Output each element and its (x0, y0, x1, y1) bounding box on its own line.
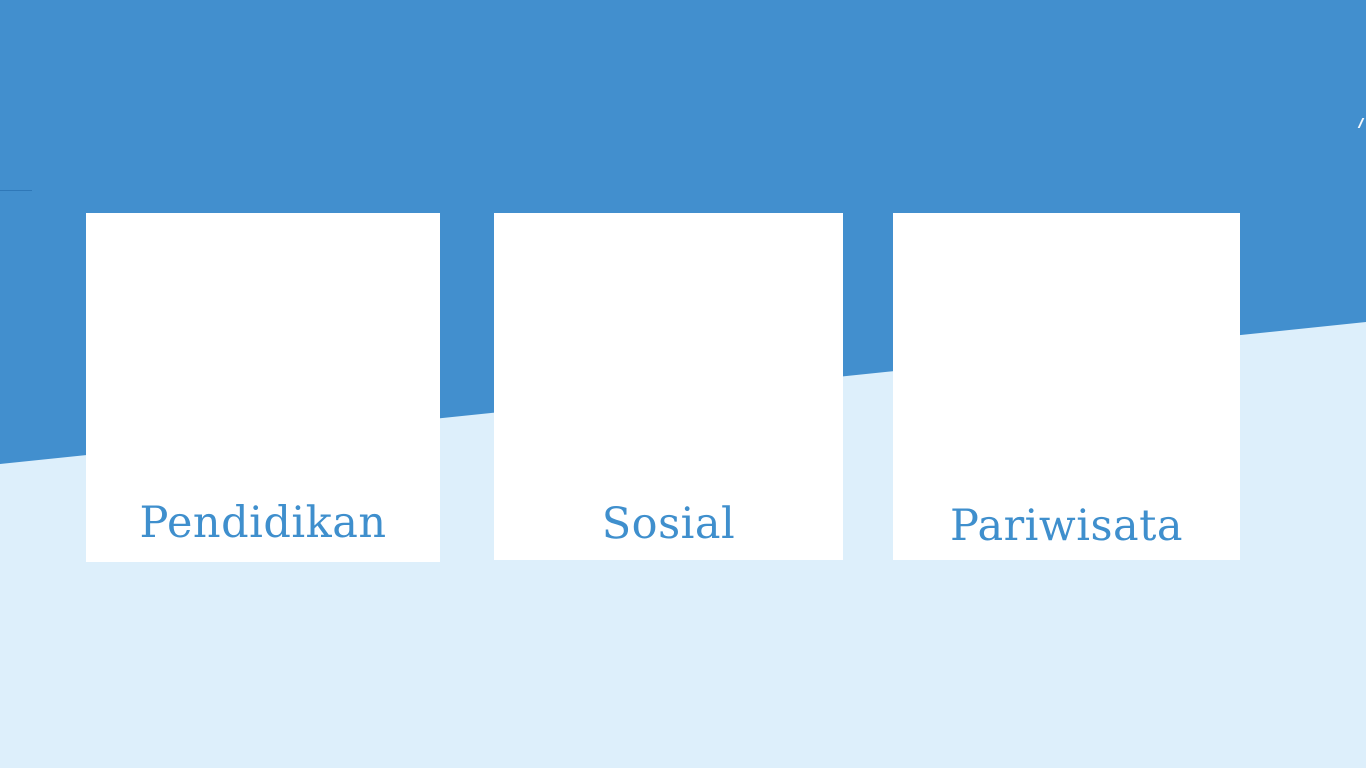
category-card-pendidikan[interactable]: Pendidikan (86, 213, 440, 562)
category-card-sosial[interactable]: Sosial (494, 213, 843, 560)
category-card-pariwisata[interactable]: Pariwisata (893, 213, 1240, 560)
decorative-line (0, 190, 32, 191)
category-label-pariwisata: Pariwisata (949, 501, 1184, 551)
category-label-sosial: Sosial (601, 499, 736, 549)
page: Pendidikan Sosial Pariwisata (0, 0, 1366, 768)
category-label-pendidikan: Pendidikan (139, 498, 387, 548)
